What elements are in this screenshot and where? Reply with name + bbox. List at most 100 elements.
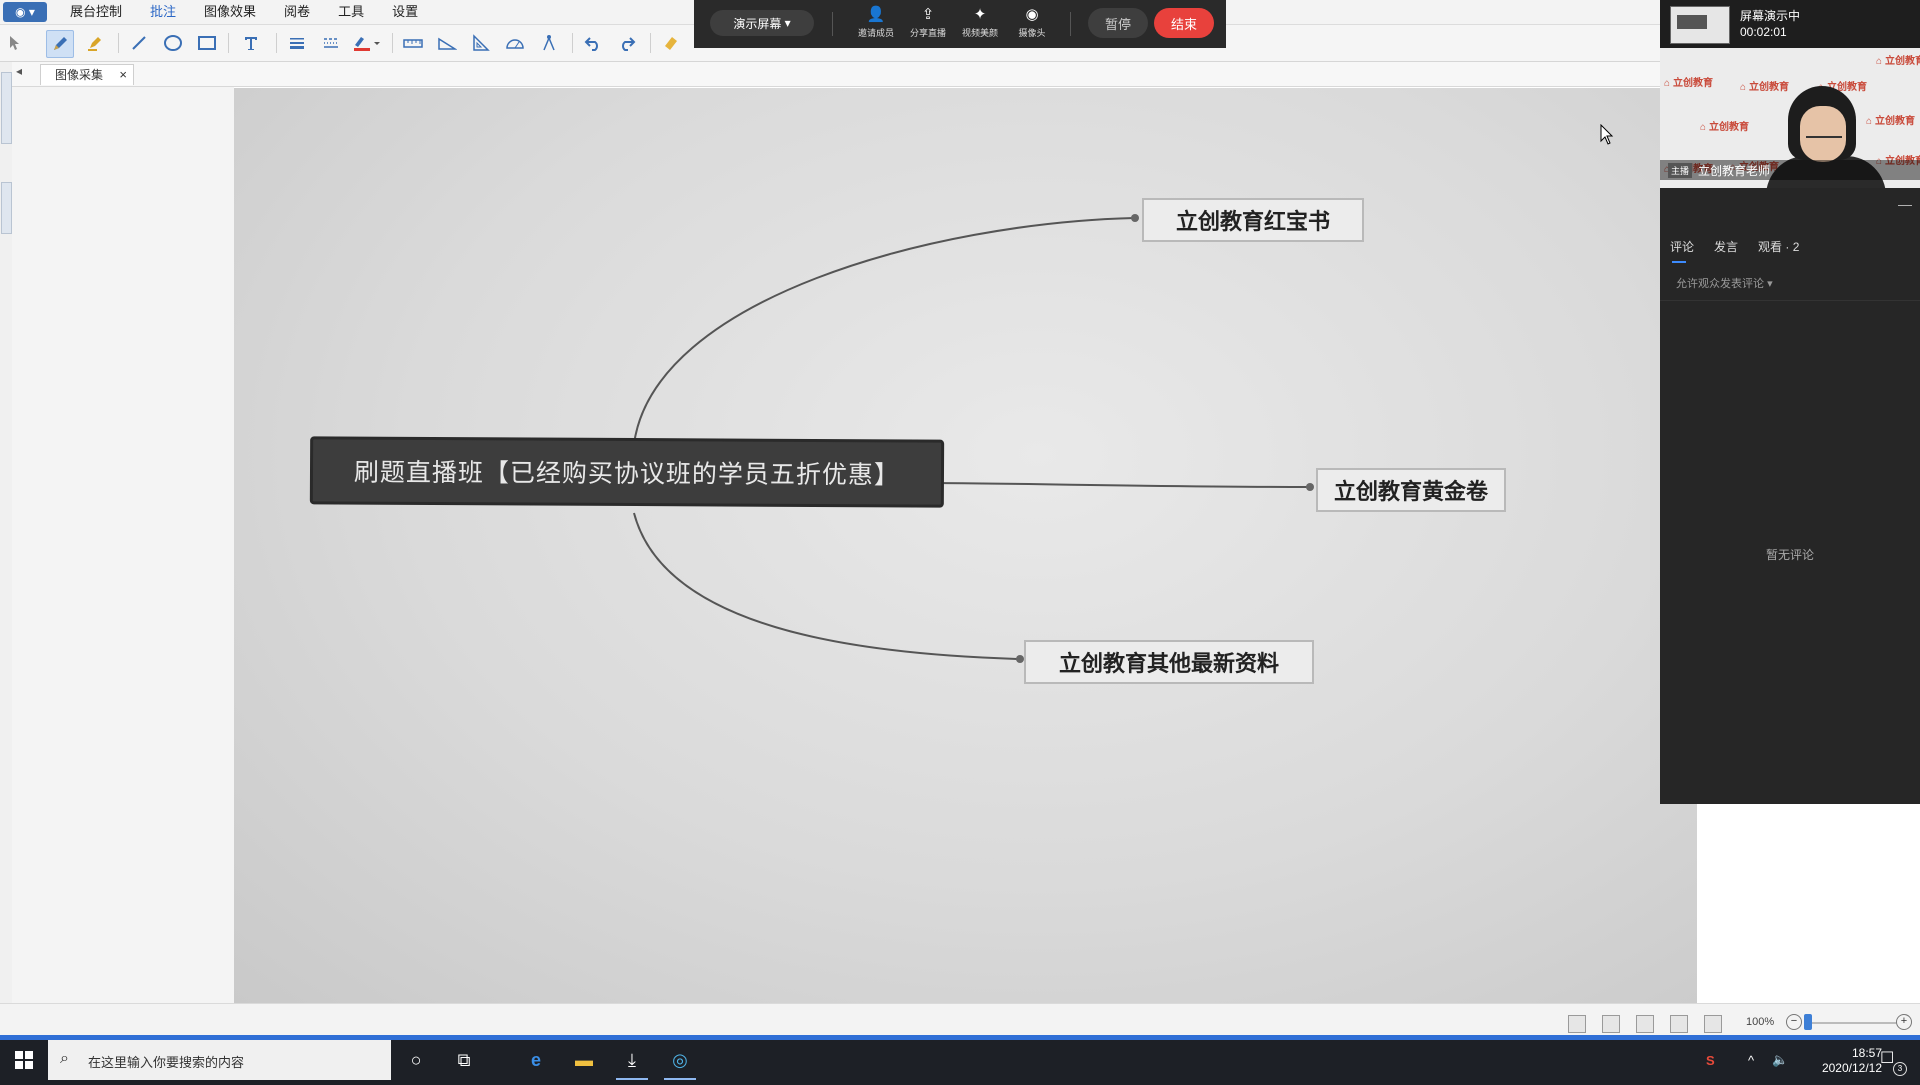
mindmap-connectors <box>633 214 1314 663</box>
mouse-cursor-icon <box>1600 123 1614 151</box>
present-screen-dropdown[interactable]: 演示屏幕 ▾ <box>710 10 814 36</box>
color-picker-icon[interactable] <box>350 30 384 56</box>
task-view-icon[interactable]: ⧉ <box>440 1040 488 1080</box>
protractor-icon[interactable] <box>502 30 528 56</box>
zoom-slider-track[interactable] <box>1808 1022 1896 1024</box>
search-icon: ⌕ <box>60 1050 69 1067</box>
sparkle-icon: ✦ <box>973 6 987 23</box>
live-tabs: 评论 发言 观看 · 2 <box>1670 238 1819 263</box>
file-explorer-icon[interactable]: ▬ <box>560 1040 608 1080</box>
invite-members-label: 邀请成员 <box>857 28 894 38</box>
tab-speak[interactable]: 发言 <box>1714 238 1738 255</box>
line-style-icon[interactable] <box>318 30 344 56</box>
tab-image-capture[interactable]: 图像采集 × <box>40 64 135 85</box>
mindmap-center-node: 刷题直播班【已经购买协议班的学员五折优惠】 <box>309 436 945 508</box>
pause-button[interactable]: 暂停 <box>1088 8 1148 38</box>
menu-annotate[interactable]: 批注 <box>136 0 190 24</box>
video-beauty-label: 视频美颜 <box>961 28 998 38</box>
view-mode-4-icon[interactable] <box>1670 1015 1688 1033</box>
live-status-text: 屏幕演示中 <box>1740 9 1801 23</box>
camera-icon: ◉ <box>1025 6 1039 23</box>
live-panel: 屏幕演示中 00:02:01 立创教育 立创教育 立创教育 立创教育 立创教育 … <box>1660 0 1920 804</box>
end-button[interactable]: 结束 <box>1154 8 1214 38</box>
share-live-label: 分享直播 <box>909 28 946 38</box>
brand-watermark: 立创教育 <box>1866 112 1915 127</box>
eraser-icon[interactable] <box>658 30 684 56</box>
windows-start-icon[interactable] <box>0 1040 48 1080</box>
brand-watermark: 立创教育 <box>1740 78 1789 93</box>
allow-comments-toggle[interactable]: 允许观众发表评论 ▾ <box>1676 275 1773 291</box>
cortana-icon[interactable]: ○ <box>392 1040 440 1080</box>
view-mode-5-icon[interactable] <box>1704 1015 1722 1033</box>
camera-capture-canvas[interactable]: 刷题直播班【已经购买协议班的学员五折优惠】 立创教育红宝书 立创教育黄金卷 立创… <box>234 88 1697 1003</box>
taskbar-time: 18:57 <box>1851 1046 1882 1060</box>
allow-comments-label: 允许观众发表评论 <box>1676 278 1764 290</box>
rectangle-tool-icon[interactable] <box>194 30 220 56</box>
text-tool-icon[interactable] <box>238 30 264 56</box>
share-icon: ⇪ <box>921 6 935 23</box>
zoom-in-icon[interactable]: + <box>1896 1014 1912 1030</box>
volume-icon[interactable]: 🔈 <box>1772 1040 1788 1080</box>
menu-tools[interactable]: 工具 <box>324 0 378 24</box>
live-status-bar: 屏幕演示中 00:02:01 <box>1660 0 1920 48</box>
camera-label: 摄像头 <box>1018 28 1046 38</box>
ime-icon[interactable]: S <box>1706 1040 1715 1080</box>
redo-icon[interactable] <box>614 30 640 56</box>
collapse-arrow-icon[interactable]: ◂ <box>16 64 22 78</box>
app-logo-icon: ◉ ▾ <box>15 5 35 19</box>
view-mode-1-icon[interactable] <box>1568 1015 1586 1033</box>
taskbar-date: 2020/12/12 <box>1821 1061 1882 1075</box>
notification-count: 3 <box>1893 1062 1907 1076</box>
left-panel <box>12 87 234 1003</box>
download-app-icon[interactable]: ⤓ <box>608 1040 656 1080</box>
menu-image-effects[interactable]: 图像效果 <box>190 0 270 24</box>
app-logo-button[interactable]: ◉ ▾ <box>3 2 47 22</box>
screen-preview-thumbnail[interactable] <box>1670 6 1730 44</box>
host-name: 立创教育老师 <box>1698 164 1771 178</box>
share-live-button[interactable]: ⇪ 分享直播 <box>902 4 954 44</box>
menu-display-control[interactable]: 展台控制 <box>56 0 136 24</box>
set-square-icon[interactable] <box>468 30 494 56</box>
rail-tab-2[interactable] <box>1 182 12 234</box>
view-mode-3-icon[interactable] <box>1636 1015 1654 1033</box>
menu-items: 展台控制 批注 图像效果 阅卷 工具 设置 <box>56 0 432 24</box>
invite-members-button[interactable]: 👤 邀请成员 <box>850 4 902 44</box>
menu-settings[interactable]: 设置 <box>378 0 432 24</box>
line-width-icon[interactable] <box>284 30 310 56</box>
video-beauty-button[interactable]: ✦ 视频美颜 <box>954 4 1006 44</box>
taskbar-search-placeholder: 在这里输入你要搜索的内容 <box>88 1055 245 1070</box>
edge-browser-icon[interactable]: e <box>512 1040 560 1080</box>
zoom-slider-thumb[interactable] <box>1804 1014 1812 1030</box>
brand-watermark: 立创教育 <box>1664 74 1713 89</box>
rail-tab-1[interactable] <box>1 72 12 144</box>
pen-icon[interactable] <box>46 30 74 58</box>
tab-comments[interactable]: 评论 <box>1670 238 1694 263</box>
select-arrow-icon[interactable] <box>2 30 28 56</box>
tab-image-capture-label: 图像采集 <box>55 68 104 82</box>
booth-app-icon[interactable]: ◎ <box>656 1040 704 1080</box>
host-glasses <box>1806 128 1842 138</box>
tab-viewers[interactable]: 观看 · 2 <box>1758 238 1799 255</box>
menu-grading[interactable]: 阅卷 <box>270 0 324 24</box>
view-mode-2-icon[interactable] <box>1602 1015 1620 1033</box>
triangle-ruler-icon[interactable] <box>434 30 460 56</box>
camera-button[interactable]: ◉ 摄像头 <box>1006 4 1058 44</box>
undo-icon[interactable] <box>580 30 606 56</box>
present-mode-label: 演示屏幕 <box>733 16 782 31</box>
zoom-out-icon[interactable]: − <box>1786 1014 1802 1030</box>
minimize-icon[interactable]: — <box>1898 196 1912 212</box>
divider <box>1660 300 1920 301</box>
live-timer: 00:02:01 <box>1740 25 1787 39</box>
host-tag: 主播 <box>1668 163 1693 178</box>
ellipse-tool-icon[interactable] <box>160 30 186 56</box>
ruler-icon[interactable] <box>400 30 426 56</box>
tray-chevron-icon[interactable]: ^ <box>1748 1040 1754 1080</box>
taskbar-search-input[interactable]: ⌕ 在这里输入你要搜索的内容 <box>48 1040 391 1080</box>
taskbar-clock[interactable]: 18:57 2020/12/12 <box>1808 1046 1882 1076</box>
close-icon[interactable]: × <box>119 65 127 85</box>
compass-icon[interactable] <box>536 30 562 56</box>
highlighter-icon[interactable] <box>82 30 108 56</box>
line-tool-icon[interactable] <box>126 30 152 56</box>
mindmap-node-red-book: 立创教育红宝书 <box>1142 198 1364 242</box>
person-add-icon: 👤 <box>866 6 886 23</box>
